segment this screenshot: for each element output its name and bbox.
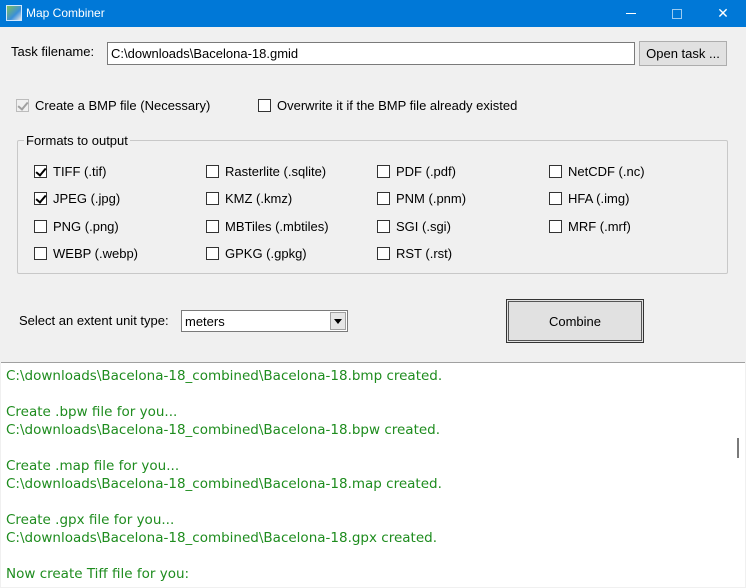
chevron-down-icon bbox=[334, 318, 342, 324]
format-checkbox-box[interactable] bbox=[549, 220, 562, 233]
log-line: Create .gpx file for you... bbox=[6, 512, 175, 528]
minimize-icon bbox=[626, 13, 636, 14]
log-line: Create .bpw file for you... bbox=[6, 404, 178, 420]
format-checkbox[interactable]: SGI (.sgi) bbox=[377, 219, 451, 234]
format-checkbox[interactable]: HFA (.img) bbox=[549, 191, 629, 206]
log-line: C:\downloads\Bacelona-18_combined\Bacelo… bbox=[6, 422, 441, 438]
maximize-button[interactable] bbox=[654, 0, 700, 27]
format-checkbox[interactable]: WEBP (.webp) bbox=[34, 246, 138, 261]
extent-unit-label: Select an extent unit type: bbox=[19, 313, 169, 328]
log-line: C:\downloads\Bacelona-18_combined\Bacelo… bbox=[6, 368, 443, 384]
log-line: C:\downloads\Bacelona-18_combined\Bacelo… bbox=[6, 530, 437, 546]
format-checkbox[interactable]: TIFF (.tif) bbox=[34, 164, 106, 179]
format-checkbox-box[interactable] bbox=[34, 165, 47, 178]
format-checkbox[interactable]: RST (.rst) bbox=[377, 246, 452, 261]
format-label: SGI (.sgi) bbox=[396, 219, 451, 234]
dropdown-button[interactable] bbox=[330, 312, 346, 330]
close-button[interactable]: ✕ bbox=[700, 0, 746, 27]
format-checkbox-box[interactable] bbox=[34, 247, 47, 260]
create-bmp-label: Create a BMP file (Necessary) bbox=[35, 98, 211, 113]
title-bar: Map Combiner ✕ bbox=[0, 0, 746, 27]
format-checkbox-box[interactable] bbox=[549, 192, 562, 205]
maximize-icon bbox=[672, 8, 682, 19]
format-checkbox[interactable]: PNM (.pnm) bbox=[377, 191, 466, 206]
extent-unit-select[interactable]: meters bbox=[181, 310, 348, 332]
format-label: PNG (.png) bbox=[53, 219, 119, 234]
format-checkbox-box[interactable] bbox=[377, 247, 390, 260]
overwrite-bmp-checkbox-box[interactable] bbox=[258, 99, 271, 112]
create-bmp-checkbox-box[interactable] bbox=[16, 99, 29, 112]
format-checkbox[interactable]: GPKG (.gpkg) bbox=[206, 246, 307, 261]
format-label: NetCDF (.nc) bbox=[568, 164, 645, 179]
format-label: PDF (.pdf) bbox=[396, 164, 456, 179]
minimize-button[interactable] bbox=[608, 0, 654, 27]
task-filename-label: Task filename: bbox=[11, 44, 95, 59]
format-label: MBTiles (.mbtiles) bbox=[225, 219, 329, 234]
extent-unit-value: meters bbox=[185, 314, 225, 329]
window-title: Map Combiner bbox=[26, 6, 105, 20]
combine-button[interactable]: Combine bbox=[506, 299, 644, 343]
format-label: KMZ (.kmz) bbox=[225, 191, 293, 206]
format-checkbox-box[interactable] bbox=[549, 165, 562, 178]
format-checkbox[interactable]: PDF (.pdf) bbox=[377, 164, 456, 179]
format-checkbox[interactable]: MRF (.mrf) bbox=[549, 219, 631, 234]
scrollbar-thumb[interactable] bbox=[737, 438, 739, 458]
format-checkbox[interactable]: MBTiles (.mbtiles) bbox=[206, 219, 329, 234]
format-checkbox-box[interactable] bbox=[206, 220, 219, 233]
format-label: MRF (.mrf) bbox=[568, 219, 631, 234]
overwrite-bmp-checkbox[interactable]: Overwrite it if the BMP file already exi… bbox=[258, 98, 517, 113]
open-task-button[interactable]: Open task ... bbox=[639, 41, 727, 66]
format-label: PNM (.pnm) bbox=[396, 191, 467, 206]
log-line: Create .map file for you... bbox=[6, 458, 180, 474]
format-label: RST (.rst) bbox=[396, 246, 453, 261]
format-label: GPKG (.gpkg) bbox=[225, 246, 307, 261]
format-checkbox-box[interactable] bbox=[206, 165, 219, 178]
format-checkbox-box[interactable] bbox=[377, 165, 390, 178]
create-bmp-checkbox[interactable]: Create a BMP file (Necessary) bbox=[16, 98, 210, 113]
output-log[interactable]: C:\downloads\Bacelona-18_combined\Bacelo… bbox=[1, 362, 745, 587]
format-checkbox[interactable]: JPEG (.jpg) bbox=[34, 191, 120, 206]
format-checkbox-box[interactable] bbox=[377, 220, 390, 233]
format-checkbox-box[interactable] bbox=[206, 247, 219, 260]
overwrite-bmp-label: Overwrite it if the BMP file already exi… bbox=[277, 98, 518, 113]
log-line: Now create Tiff file for you: bbox=[6, 566, 190, 582]
format-label: JPEG (.jpg) bbox=[53, 191, 121, 206]
task-filename-input[interactable]: C:\downloads\Bacelona-18.gmid bbox=[107, 42, 635, 65]
format-checkbox[interactable]: NetCDF (.nc) bbox=[549, 164, 645, 179]
format-checkbox[interactable]: Rasterlite (.sqlite) bbox=[206, 164, 326, 179]
format-label: WEBP (.webp) bbox=[53, 246, 139, 261]
main-panel: Task filename: C:\downloads\Bacelona-18.… bbox=[1, 27, 745, 587]
format-label: TIFF (.tif) bbox=[53, 164, 107, 179]
app-icon bbox=[6, 5, 22, 21]
format-label: Rasterlite (.sqlite) bbox=[225, 164, 327, 179]
format-checkbox-box[interactable] bbox=[377, 192, 390, 205]
format-checkbox-box[interactable] bbox=[34, 220, 47, 233]
format-checkbox-box[interactable] bbox=[34, 192, 47, 205]
format-checkbox-box[interactable] bbox=[206, 192, 219, 205]
format-checkbox[interactable]: PNG (.png) bbox=[34, 219, 119, 234]
format-label: HFA (.img) bbox=[568, 191, 630, 206]
formats-legend: Formats to output bbox=[24, 133, 130, 148]
format-checkbox[interactable]: KMZ (.kmz) bbox=[206, 191, 292, 206]
log-line: C:\downloads\Bacelona-18_combined\Bacelo… bbox=[6, 476, 442, 492]
close-icon: ✕ bbox=[717, 5, 729, 21]
